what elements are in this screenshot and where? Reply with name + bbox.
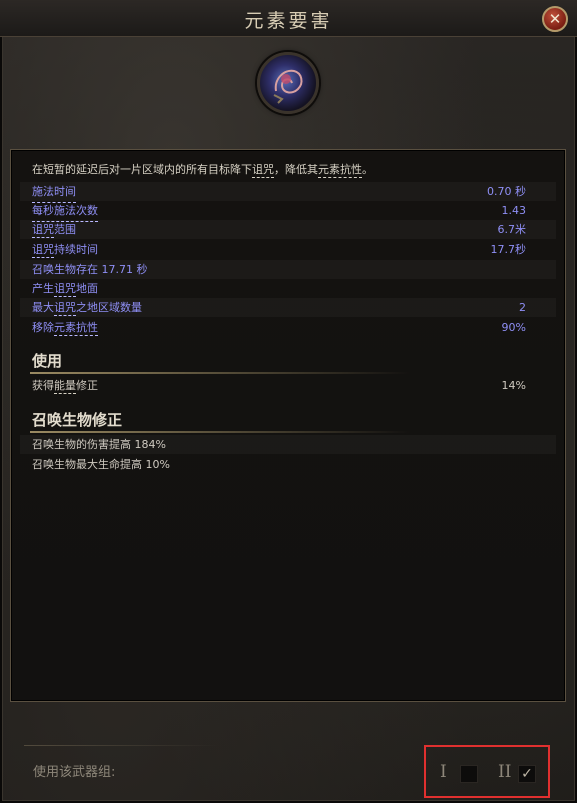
stat-row: 施法时间 0.70 秒 <box>20 182 556 203</box>
stat-value: 2 <box>519 301 526 314</box>
usage-heading: 使用 <box>32 352 63 370</box>
stat-row: 召唤生物存在 17.71 秒 <box>20 260 556 279</box>
description-prefix: 在短暂的延迟后对一片区域内的所有目标降下 <box>32 163 252 176</box>
stat-value: 0.70 秒 <box>487 185 526 198</box>
description-suffix: 。 <box>362 163 373 176</box>
minion-modifier: 召唤生物最大生命提高 10% <box>32 458 170 471</box>
stat-label: 最大 <box>32 301 54 314</box>
weapon-set-2-numeral: II <box>498 762 512 782</box>
keyword-elemental-resistance[interactable]: 元素抗性 <box>54 321 98 336</box>
stat-label: 召唤生物存在 17.71 秒 <box>32 263 148 276</box>
stat-row: 诅咒持续时间 17.7秒 <box>20 240 556 259</box>
stat-label: 之地区域数量 <box>76 301 142 314</box>
description-mid: ，降低其 <box>274 163 318 176</box>
keyword-curse[interactable]: 诅咒 <box>32 223 54 238</box>
title-bar: 元素要害 ✕ <box>0 0 577 37</box>
stat-value: 1.43 <box>501 204 527 217</box>
minion-row: 召唤生物的伤害提高 184% <box>20 435 556 454</box>
close-icon[interactable]: ✕ <box>542 6 568 32</box>
weapon-set-1-numeral: I <box>440 762 447 782</box>
weapon-set-selector: I II ✓ <box>424 745 550 798</box>
stat-label[interactable]: 每秒施法次数 <box>32 201 98 222</box>
stat-label: 产生 <box>32 282 54 295</box>
stat-row: 移除元素抗性 90% <box>20 318 556 337</box>
usage-label: 获得 <box>32 379 54 392</box>
section-divider <box>30 372 410 374</box>
stat-row: 诅咒范围 6.7米 <box>20 220 556 239</box>
stat-value: 17.7秒 <box>490 243 527 256</box>
stat-row: 产生诅咒地面 <box>20 279 556 298</box>
window-title: 元素要害 <box>244 10 333 32</box>
weapon-set-2-checkbox[interactable]: ✓ <box>518 765 536 783</box>
usage-label: 修正 <box>76 379 98 392</box>
minion-row: 召唤生物最大生命提高 10% <box>20 455 556 474</box>
keyword-curse[interactable]: 诅咒 <box>252 163 274 178</box>
usage-row: 获得能量修正 14% <box>20 376 556 395</box>
minion-heading: 召唤生物修正 <box>32 411 123 429</box>
stat-label: 范围 <box>54 223 76 236</box>
weapon-set-1-checkbox[interactable] <box>460 765 478 783</box>
skill-description: 在短暂的延迟后对一片区域内的所有目标降下诅咒，降低其元素抗性。 <box>20 160 556 179</box>
keyword-elemental-resistance[interactable]: 元素抗性 <box>318 163 362 178</box>
usage-value: 14% <box>501 379 526 392</box>
keyword-curse[interactable]: 诅咒 <box>54 301 76 316</box>
keyword-curse[interactable]: 诅咒 <box>54 282 76 297</box>
stat-row: 最大诅咒之地区域数量 2 <box>20 298 556 317</box>
minion-modifier: 召唤生物的伤害提高 184% <box>32 438 166 451</box>
stat-value: 90% <box>501 321 526 334</box>
footer-divider <box>24 745 219 746</box>
stat-label: 持续时间 <box>54 243 98 256</box>
stat-label: 地面 <box>76 282 98 295</box>
stat-value: 6.7米 <box>497 223 527 236</box>
check-icon: ✓ <box>521 766 533 782</box>
section-divider <box>30 431 410 433</box>
stat-label: 移除 <box>32 321 54 334</box>
keyword-curse[interactable]: 诅咒 <box>32 243 54 258</box>
curse-skill-icon <box>257 52 319 114</box>
weapon-set-label: 使用该武器组: <box>33 765 116 780</box>
stat-row: 每秒施法次数 1.43 <box>20 201 556 222</box>
stat-label[interactable]: 施法时间 <box>32 182 76 203</box>
keyword-energy[interactable]: 能量 <box>54 379 76 394</box>
skill-window: 元素要害 ✕ 在短暂的延迟后对一片区域内的所有目标降下诅咒，降低其元素抗性。 施… <box>0 0 577 803</box>
